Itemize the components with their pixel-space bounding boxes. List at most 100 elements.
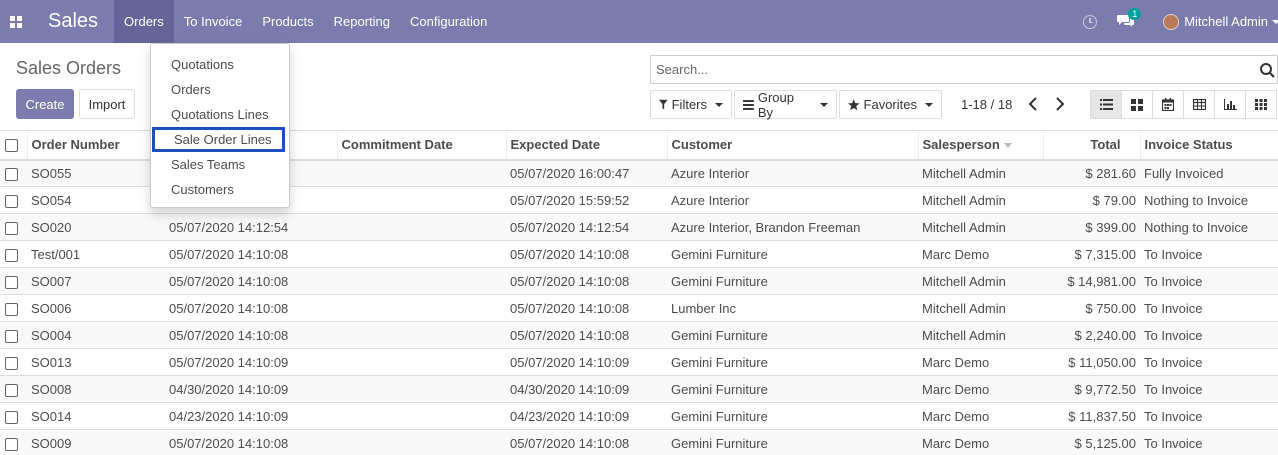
pager-previous-icon[interactable]	[1028, 97, 1038, 111]
customer-cell: Azure Interior	[667, 159, 918, 187]
search-icon[interactable]	[1259, 62, 1275, 78]
order-number-cell: SO020	[27, 213, 165, 241]
table-row[interactable]: SO004 05/07/2020 14:10:08 05/07/2020 14:10…	[0, 321, 1278, 349]
menu-orders[interactable]: Orders	[114, 0, 174, 43]
order-number-cell: SO004	[27, 321, 165, 349]
menu-configuration[interactable]: Configuration	[400, 0, 497, 43]
customer-cell: Gemini Furniture	[667, 321, 918, 349]
column-header-expected-date[interactable]: Expected Date	[506, 130, 668, 161]
row-checkbox[interactable]	[5, 356, 18, 370]
menu-to-invoice[interactable]: To Invoice	[174, 0, 253, 43]
invoice-status-cell: Fully Invoiced	[1140, 159, 1278, 187]
user-name[interactable]: Mitchell Admin	[1184, 14, 1268, 29]
dropdown-item-customers[interactable]: Customers	[151, 177, 289, 202]
commitment-date-cell	[337, 375, 506, 403]
row-checkbox[interactable]	[5, 221, 18, 235]
row-checkbox[interactable]	[5, 383, 18, 397]
group-by-bars-icon	[743, 99, 754, 110]
customer-cell: Gemini Furniture	[667, 348, 918, 376]
row-select-cell	[0, 159, 27, 187]
customer-cell: Gemini Furniture	[667, 402, 918, 430]
import-button[interactable]: Import	[79, 89, 135, 119]
dropdown-item-orders[interactable]: Orders	[151, 77, 289, 102]
total-cell: $ 79.00	[1043, 186, 1140, 214]
column-header-total[interactable]: Total	[1043, 130, 1141, 161]
calendar-view-button[interactable]	[1152, 90, 1184, 119]
user-avatar[interactable]	[1163, 13, 1180, 30]
table-row[interactable]: Test/001 05/07/2020 14:10:08 05/07/2020 14…	[0, 240, 1278, 268]
commitment-date-cell	[337, 159, 506, 187]
menu-products[interactable]: Products	[252, 0, 323, 43]
column-header-customer[interactable]: Customer	[667, 130, 919, 161]
creation-date-cell: 05/07/2020 14:10:08	[165, 240, 337, 268]
row-checkbox[interactable]	[5, 410, 18, 424]
dropdown-item-quotations-lines[interactable]: Quotations Lines	[151, 102, 289, 127]
expected-date-cell: 04/23/2020 14:10:09	[506, 402, 667, 430]
list-view-button[interactable]	[1090, 90, 1122, 119]
row-select-cell	[0, 321, 27, 349]
orders-dropdown-menu: Quotations Orders Quotations Lines Sale …	[150, 43, 290, 208]
messaging-menu[interactable]: 1	[1117, 7, 1142, 30]
table-row[interactable]: SO013 05/07/2020 14:10:09 05/07/2020 14:10…	[0, 348, 1278, 376]
table-row[interactable]: SO020 05/07/2020 14:12:54 05/07/2020 14:12…	[0, 213, 1278, 241]
page-title[interactable]: Sales Orders	[16, 58, 121, 79]
app-brand[interactable]: Sales	[32, 0, 114, 43]
total-cell: $ 399.00	[1043, 213, 1140, 241]
column-header-invoice-status[interactable]: Invoice Status	[1140, 130, 1278, 161]
expected-date-cell: 05/07/2020 14:10:09	[506, 348, 667, 376]
create-button[interactable]: Create	[16, 89, 74, 119]
favorites-button[interactable]: Favorites	[839, 90, 942, 119]
filters-caret-icon	[715, 102, 723, 107]
filters-label: Filters	[671, 97, 707, 112]
creation-date-cell: 05/07/2020 14:10:08	[165, 321, 337, 349]
total-cell: $ 9,772.50	[1043, 375, 1140, 403]
column-header-commitment-date[interactable]: Commitment Date	[337, 130, 507, 161]
column-header-salesperson[interactable]: Salesperson	[918, 130, 1044, 161]
apps-menu-icon[interactable]	[0, 0, 32, 43]
row-select-cell	[0, 402, 27, 430]
commitment-date-cell	[337, 186, 506, 214]
total-cell: $ 7,315.00	[1043, 240, 1140, 268]
cohort-view-button[interactable]	[1245, 90, 1277, 119]
pager-value[interactable]: 1-18 / 18	[961, 97, 1012, 112]
customer-cell: Gemini Furniture	[667, 240, 918, 268]
row-checkbox[interactable]	[5, 248, 18, 262]
row-checkbox[interactable]	[5, 329, 18, 343]
row-checkbox[interactable]	[5, 275, 18, 289]
dropdown-item-sales-teams[interactable]: Sales Teams	[151, 152, 289, 177]
creation-date-cell: 05/07/2020 14:10:08	[165, 267, 337, 295]
bar-chart-icon	[1223, 99, 1237, 110]
group-by-button[interactable]: Group By	[734, 90, 837, 120]
dropdown-item-sale-order-lines[interactable]: Sale Order Lines	[152, 127, 285, 152]
salesperson-cell: Mitchell Admin	[918, 186, 1043, 214]
table-row[interactable]: SO014 04/23/2020 14:10:09 04/23/2020 14:10…	[0, 402, 1278, 430]
table-row[interactable]: SO007 05/07/2020 14:10:08 05/07/2020 14:10…	[0, 267, 1278, 295]
column-header-order-number[interactable]: Order Number	[27, 130, 166, 161]
pager-next-icon[interactable]	[1055, 97, 1065, 111]
row-checkbox[interactable]	[5, 194, 18, 208]
menu-reporting[interactable]: Reporting	[324, 0, 400, 43]
row-select-cell	[0, 348, 27, 376]
row-checkbox[interactable]	[5, 302, 18, 316]
pivot-view-button[interactable]	[1183, 90, 1215, 119]
search-bar	[650, 55, 1278, 84]
activity-clock-icon[interactable]	[1083, 14, 1098, 29]
order-number-cell: SO054	[27, 186, 165, 214]
row-checkbox[interactable]	[5, 167, 18, 181]
grid-view-icon	[1255, 99, 1267, 110]
table-row[interactable]: SO009 05/07/2020 14:10:08 05/07/2020 14:10…	[0, 429, 1278, 455]
total-cell: $ 14,981.00	[1043, 267, 1140, 295]
creation-date-cell: 04/30/2020 14:10:09	[165, 375, 337, 403]
table-row[interactable]: SO006 05/07/2020 14:10:08 05/07/2020 14:10…	[0, 294, 1278, 322]
filters-button[interactable]: Filters	[650, 90, 732, 119]
search-input[interactable]	[651, 56, 1241, 83]
invoice-status-cell: Nothing to Invoice	[1140, 213, 1278, 241]
user-menu-caret-icon[interactable]	[1272, 19, 1278, 24]
graph-view-button[interactable]	[1214, 90, 1246, 119]
select-all-checkbox[interactable]	[5, 139, 18, 153]
kanban-view-button[interactable]	[1121, 90, 1153, 119]
row-checkbox[interactable]	[5, 437, 18, 451]
order-number-cell: SO006	[27, 294, 165, 322]
table-row[interactable]: SO008 04/30/2020 14:10:09 04/30/2020 14:10…	[0, 375, 1278, 403]
dropdown-item-quotations[interactable]: Quotations	[151, 52, 289, 77]
